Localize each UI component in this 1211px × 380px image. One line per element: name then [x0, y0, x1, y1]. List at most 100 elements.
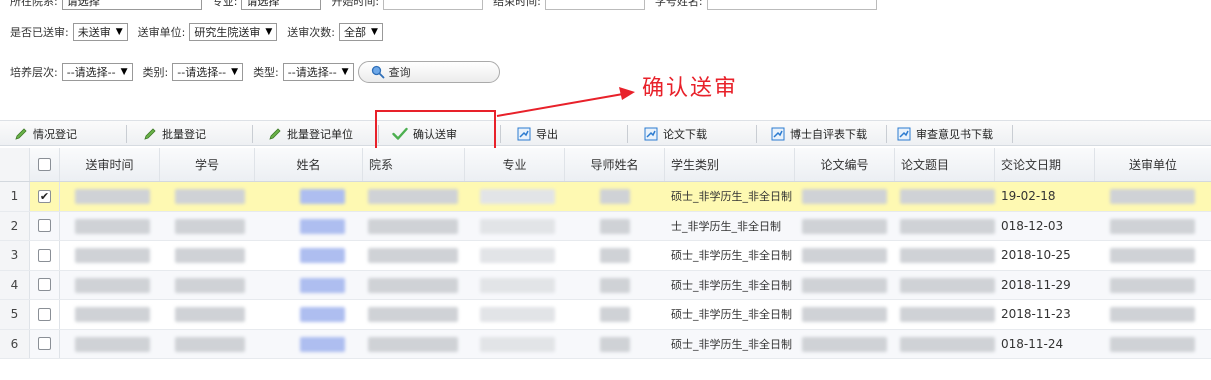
header-review-unit[interactable]: 送审单位 — [1095, 148, 1211, 181]
export-icon — [897, 127, 911, 141]
row-number: 4 — [0, 270, 30, 299]
query-button[interactable]: 查询 — [357, 61, 500, 83]
redacted-cell — [900, 336, 995, 352]
row-checkbox[interactable] — [38, 248, 51, 262]
end-time-input[interactable] — [544, 0, 645, 10]
header-name[interactable]: 姓名 — [255, 148, 363, 181]
redacted-cell — [75, 218, 150, 234]
unit-select[interactable]: 研究生院送审 ▼ — [189, 23, 278, 41]
header-department[interactable]: 院系 — [363, 148, 465, 181]
export-button[interactable]: 导出 — [517, 121, 558, 147]
table-row[interactable]: 3 硕士_非学历生_非全日制 2018-10-25 — [0, 241, 1211, 271]
redacted-cell — [600, 307, 630, 322]
redacted-cell — [480, 248, 555, 263]
table-row[interactable]: 5 硕士_非学历生_非全日制 2018-11-23 — [0, 300, 1211, 330]
count-select[interactable]: 全部 ▼ — [339, 23, 383, 41]
redacted-cell — [1110, 248, 1195, 263]
annotation-label: 确认送审 — [642, 76, 739, 101]
end-time-label: 结束时间: — [493, 0, 541, 8]
header-submit-time[interactable]: 送审时间 — [60, 148, 160, 181]
level-select[interactable]: --请选择-- ▼ — [61, 63, 133, 81]
redacted-cell — [1110, 336, 1195, 352]
row-checkbox-cell[interactable] — [30, 329, 60, 358]
header-select-all[interactable] — [30, 148, 60, 181]
redacted-cell — [75, 248, 150, 263]
redacted-cell — [368, 277, 458, 293]
table-row[interactable]: 2 士_非学历生_非全日制 018-12-03 — [0, 211, 1211, 241]
sent-label: 是否已送审: — [10, 26, 69, 39]
student-name-input[interactable] — [706, 0, 877, 10]
grid-header: 送审时间 学号 姓名 院系 专业 导师姓名 学生类别 论文编号 论文题目 交论文… — [0, 148, 1211, 182]
redacted-cell — [802, 307, 887, 322]
toolbar-divider — [126, 125, 127, 143]
submit-date-cell: 2018-10-25 — [1001, 248, 1071, 263]
student-name-label: 学号姓名: — [654, 0, 703, 8]
start-time-input[interactable] — [383, 0, 484, 10]
chevron-down-icon: ▼ — [120, 67, 128, 77]
header-advisor[interactable]: 导师姓名 — [565, 148, 665, 181]
row-checkbox[interactable]: ✔ — [38, 189, 51, 203]
dept-select[interactable]: 请选择 — [61, 0, 202, 10]
annotation-highlight-box — [375, 110, 496, 151]
header-thesis-no[interactable]: 论文编号 — [795, 148, 895, 181]
chevron-down-icon: ▼ — [371, 27, 378, 37]
table-row[interactable]: 4 硕士_非学历生_非全日制 2018-11-29 — [0, 270, 1211, 300]
redacted-cell — [480, 307, 555, 322]
redacted-cell — [802, 189, 887, 204]
review-opinion-download-button[interactable]: 审查意见书下载 — [897, 121, 993, 147]
header-thesis-title[interactable]: 论文题目 — [895, 148, 995, 181]
header-major[interactable]: 专业 — [465, 148, 565, 181]
major-select[interactable]: 请选择 — [241, 0, 322, 10]
header-student-type[interactable]: 学生类别 — [665, 148, 795, 181]
submit-date-cell: 2018-11-23 — [1001, 307, 1071, 322]
row-checkbox-cell[interactable] — [30, 241, 60, 270]
redacted-cell — [900, 248, 995, 263]
redacted-cell — [480, 218, 555, 234]
select-all-checkbox[interactable] — [38, 158, 51, 171]
redacted-cell — [600, 218, 630, 234]
row-checkbox[interactable] — [38, 219, 51, 233]
major-label: 专业: — [211, 0, 238, 8]
redacted-cell — [480, 277, 555, 293]
table-row[interactable]: 6 硕士_非学历生_非全日制 018-11-24 — [0, 329, 1211, 359]
row-checkbox-cell[interactable] — [30, 270, 60, 299]
toolbar-divider — [756, 125, 757, 143]
redacted-cell — [175, 307, 245, 322]
batch-register-button[interactable]: 批量登记 — [143, 121, 206, 147]
category-select[interactable]: --请选择-- ▼ — [172, 63, 244, 81]
student-type-cell: 士_非学历生_非全日制 — [671, 219, 781, 233]
thesis-download-button[interactable]: 论文下载 — [644, 121, 707, 147]
phd-self-eval-download-button[interactable]: 博士自评表下载 — [771, 121, 867, 147]
row-checkbox[interactable] — [38, 337, 51, 351]
submit-date-cell: 2018-11-29 — [1001, 277, 1071, 292]
table-row[interactable]: 1 ✔ 硕士_非学历生_非全日制 19-02-18 — [0, 182, 1211, 212]
row-checkbox[interactable] — [38, 307, 51, 321]
row-checkbox-cell[interactable]: ✔ — [30, 182, 60, 211]
start-time-label: 开始时间: — [331, 0, 380, 8]
filter-row-top: 所在院系: 请选择 专业: 请选择 开始时间: 结束时间: 学号姓名: — [10, 0, 887, 10]
register-button[interactable]: 情况登记 — [14, 121, 77, 147]
redacted-cell — [600, 189, 630, 204]
header-student-id[interactable]: 学号 — [160, 148, 255, 181]
count-label: 送审次数: — [287, 26, 335, 39]
sent-select[interactable]: 未送审 ▼ — [72, 23, 128, 41]
batch-register-unit-button[interactable]: 批量登记单位 — [268, 121, 353, 147]
row-checkbox-cell[interactable] — [30, 300, 60, 329]
student-type-cell: 硕士_非学历生_非全日制 — [671, 278, 792, 292]
redacted-cell — [900, 189, 995, 204]
export-icon — [517, 127, 531, 141]
row-checkbox-cell[interactable] — [30, 211, 60, 240]
redacted-cell — [368, 248, 458, 263]
redacted-cell — [75, 336, 150, 352]
toolbar-divider — [500, 125, 501, 143]
submit-date-cell: 018-11-24 — [1001, 336, 1064, 351]
toolbar-divider — [627, 125, 628, 143]
row-checkbox[interactable] — [38, 278, 51, 292]
redacted-cell — [175, 189, 245, 204]
chevron-down-icon: ▼ — [115, 27, 123, 37]
header-submit-date[interactable]: 交论文日期 — [995, 148, 1095, 181]
type-select[interactable]: --请选择-- ▼ — [282, 63, 354, 81]
dept-label: 所在院系: — [10, 0, 58, 8]
submit-date-cell: 19-02-18 — [1001, 189, 1056, 204]
category-label: 类别: — [142, 66, 169, 79]
